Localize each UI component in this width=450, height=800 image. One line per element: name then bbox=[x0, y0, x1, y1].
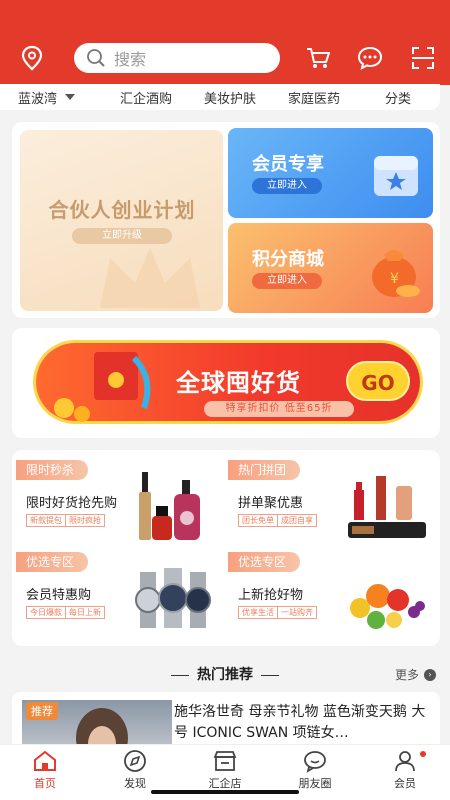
banner-title: 全球囤好货 bbox=[176, 369, 301, 397]
store-icon bbox=[213, 751, 237, 771]
tab-label: 首页 bbox=[34, 777, 56, 790]
location-label: 蓝波湾 bbox=[18, 91, 58, 107]
promo-subtag: 优享生活 bbox=[238, 606, 277, 619]
promo-subtags: 团长免单 成团自享 bbox=[238, 514, 317, 527]
chat-bubble-icon bbox=[304, 751, 326, 773]
watches-image bbox=[135, 568, 211, 628]
message-icon[interactable] bbox=[356, 44, 384, 72]
more-link[interactable]: 更多 › bbox=[395, 666, 436, 683]
chevron-right-icon: › bbox=[424, 668, 436, 681]
tab-member[interactable]: 会员 bbox=[360, 745, 450, 800]
promo-title: 限时好货抢先购 bbox=[26, 496, 118, 511]
tab-home[interactable]: 首页 bbox=[0, 745, 90, 800]
compass-icon bbox=[124, 750, 146, 772]
svg-text:¥: ¥ bbox=[390, 271, 399, 287]
promo-tag: 热门拼团 bbox=[228, 460, 301, 480]
promo-title: 会员特惠购 bbox=[26, 588, 92, 603]
fruit-image bbox=[350, 584, 425, 629]
money-bag-icon: ¥ bbox=[372, 250, 420, 297]
promo-subtag: 限时疯抢 bbox=[65, 514, 105, 527]
divider-line bbox=[261, 674, 279, 676]
flash-sale-tile[interactable]: 限时秒杀 限时好货抢先购 新款提包 限时疯抢 bbox=[12, 454, 222, 546]
cosmetics-bottles-image bbox=[139, 472, 200, 540]
notification-dot bbox=[420, 751, 426, 757]
dropdown-arrow-icon bbox=[65, 94, 76, 100]
promo-tag: 优选专区 bbox=[16, 552, 89, 572]
product-title: 施华洛世奇 母亲节礼物 蓝色渐变天鹅 大号 ICONIC SWAN 项链女… bbox=[174, 704, 426, 741]
makeup-set-image bbox=[348, 476, 426, 538]
tab-label: 发现 bbox=[124, 777, 146, 790]
scan-icon[interactable] bbox=[409, 44, 437, 72]
promo-tag: 优选专区 bbox=[228, 552, 301, 572]
category-bar: 蓝波湾 汇企酒购 美妆护肤 家庭医药 分类 bbox=[0, 84, 440, 110]
tab-label: 朋友圈 bbox=[298, 777, 332, 790]
more-label: 更多 bbox=[394, 668, 419, 682]
top-bar: 搜索 bbox=[0, 0, 450, 85]
points-mall-tile[interactable]: 积分商城 立即进入 ¥ bbox=[228, 223, 433, 313]
crown-icon bbox=[100, 248, 200, 308]
category-item[interactable]: 汇企酒购 bbox=[104, 88, 188, 107]
red-envelope-icon bbox=[54, 352, 151, 422]
partner-plan-tile[interactable]: 合伙人创业计划 立即升级 bbox=[20, 130, 223, 311]
tab-label: 会员 bbox=[394, 777, 416, 790]
category-item[interactable]: 分类 bbox=[356, 88, 440, 107]
user-icon bbox=[395, 751, 415, 772]
banner-subtitle: 特享折扣价 低至65折 bbox=[204, 401, 354, 417]
location-selector[interactable]: 蓝波湾 bbox=[0, 84, 104, 110]
hot-recommend-label: 热门推荐 bbox=[197, 667, 253, 683]
product-card[interactable]: 推荐 施华洛世奇 母亲节礼物 蓝色渐变天鹅 大号 ICONIC SWAN 项链女… bbox=[12, 692, 440, 752]
upgrade-button[interactable]: 立即升级 bbox=[72, 228, 172, 244]
promo-subtag: 成团自享 bbox=[277, 514, 317, 527]
member-enter-button[interactable]: 立即进入 bbox=[252, 178, 322, 194]
location-pin-icon[interactable] bbox=[18, 44, 46, 72]
promo-subtag: 每日上新 bbox=[65, 606, 105, 619]
recommend-badge: 推荐 bbox=[26, 702, 58, 720]
search-icon bbox=[87, 49, 105, 67]
go-button[interactable]: GO bbox=[346, 361, 410, 401]
divider-line bbox=[171, 674, 189, 676]
points-mall-title: 积分商城 bbox=[252, 249, 324, 270]
promo-subtag: 团长免单 bbox=[238, 514, 277, 527]
home-icon bbox=[34, 750, 56, 771]
promo-title: 拼单聚优惠 bbox=[238, 496, 304, 511]
global-goods-banner[interactable]: 全球囤好货 特享折扣价 低至65折 GO bbox=[12, 328, 440, 438]
promo-subtags: 今日爆款 每日上新 bbox=[26, 606, 105, 619]
group-buy-tile[interactable]: 热门拼团 拼单聚优惠 团长免单 成团自享 bbox=[224, 454, 434, 546]
promo-tag: 限时秒杀 bbox=[16, 460, 89, 480]
promo-subtags: 新款提包 限时疯抢 bbox=[26, 514, 105, 527]
category-item[interactable]: 家庭医药 bbox=[272, 88, 356, 107]
partner-plan-title: 合伙人创业计划 bbox=[48, 198, 196, 222]
hot-recommend-title: 热门推荐 bbox=[0, 664, 450, 684]
promo-subtag: 新款提包 bbox=[26, 514, 65, 527]
gift-box-icon bbox=[374, 156, 418, 196]
promo-subtag: 一站购齐 bbox=[277, 606, 317, 619]
member-exclusive-tile[interactable]: 会员专享 立即进入 bbox=[228, 128, 433, 218]
promo-subtag: 今日爆款 bbox=[26, 606, 65, 619]
search-input[interactable]: 搜索 bbox=[74, 43, 280, 73]
new-arrivals-tile[interactable]: 优选专区 上新抢好物 优享生活 一站购齐 bbox=[224, 546, 434, 638]
tab-label: 汇企店 bbox=[208, 777, 242, 790]
cart-icon[interactable] bbox=[304, 44, 332, 72]
search-placeholder: 搜索 bbox=[114, 50, 147, 69]
category-item[interactable]: 美妆护肤 bbox=[188, 88, 272, 107]
points-enter-button[interactable]: 立即进入 bbox=[252, 273, 322, 289]
home-indicator bbox=[151, 790, 299, 794]
member-deals-tile[interactable]: 优选专区 会员特惠购 今日爆款 每日上新 bbox=[12, 546, 222, 638]
promo-title: 上新抢好物 bbox=[238, 588, 304, 603]
promo-subtags: 优享生活 一站购齐 bbox=[238, 606, 317, 619]
member-exclusive-title: 会员专享 bbox=[252, 154, 324, 175]
